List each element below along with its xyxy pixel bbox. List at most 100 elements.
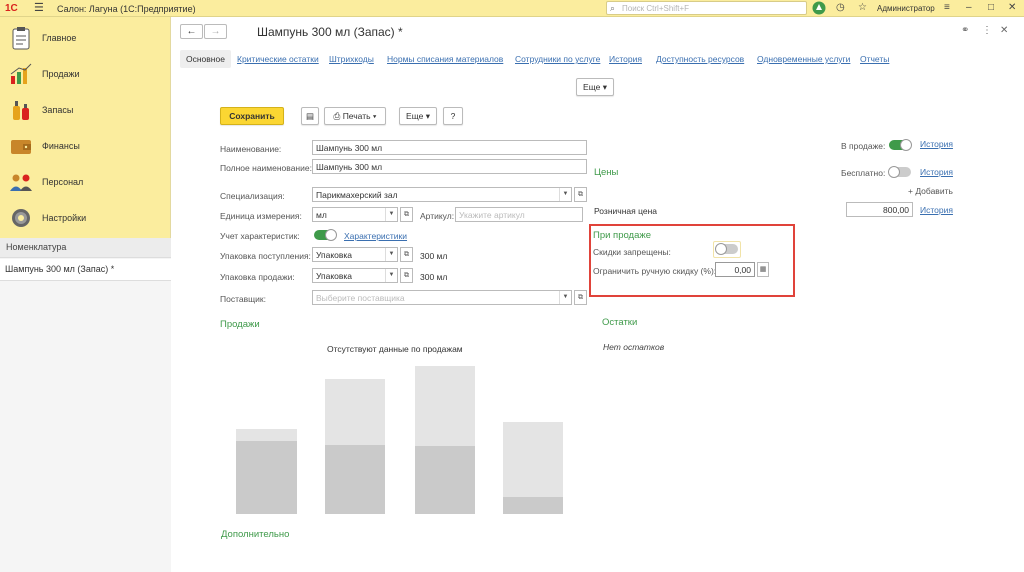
notifications-icon[interactable] [812,1,826,18]
sidebar-item-finance[interactable]: Финансы [0,128,171,164]
prices-header: Цены [594,167,619,178]
chevron-down-icon[interactable]: ▼ [559,188,571,201]
sidebar-item-settings[interactable]: Настройки [0,200,171,236]
forward-button[interactable]: → [204,24,227,39]
article-label: Артикул: [420,211,455,221]
article-field[interactable]: Укажите артикул [455,207,583,222]
on-sale-history-link[interactable]: История [920,139,953,149]
sales-header: Продажи [220,319,260,330]
open-pack-sale-button[interactable]: ⧉ [400,268,413,283]
tab-history[interactable]: История [609,54,642,64]
characteristics-link[interactable]: Характеристики [344,231,407,241]
tab-critical-stock[interactable]: Критические остатки [237,54,319,64]
characteristics-toggle[interactable] [314,229,337,241]
tab-resource-availability[interactable]: Доступность ресурсов [656,54,744,64]
retail-price-label: Розничная цена [594,206,658,216]
wallet-icon [11,140,31,154]
fullname-field[interactable]: Шампунь 300 мл [312,159,587,174]
unit-value: мл [316,210,327,220]
close-form-icon[interactable]: ✕ [1000,25,1008,36]
gear-icon [12,209,30,227]
maximize-icon[interactable]: □ [988,2,994,13]
unit-label: Единица измерения: [220,211,302,221]
sales-chart-icon [10,63,32,84]
open-windows-panel: Номенклатура Шампунь 300 мл (Запас) * [0,238,171,572]
highlight-frame [589,224,795,297]
tab-main[interactable]: Основное [180,50,231,68]
sidebar-item-label: Продажи [42,69,80,79]
placeholder-bar [415,446,475,514]
post-document-button[interactable]: ▤ [301,107,319,125]
pack-in-value: Упаковка [316,250,353,260]
specialization-label: Специализация: [220,191,285,201]
tab-reports[interactable]: Отчеты [860,54,889,64]
settings-icon[interactable]: ≡ [944,2,950,13]
open-supplier-button[interactable]: ⧉ [574,290,587,305]
history-icon[interactable]: ◷ [836,2,845,13]
sidebar-item-main[interactable]: Главное [0,20,171,56]
minimize-icon[interactable]: – [966,2,972,13]
free-toggle[interactable] [888,166,911,178]
supplier-field[interactable]: Выберите поставщика ▼ [312,290,572,305]
unit-field[interactable]: мл ▼ [312,207,398,222]
help-button[interactable]: ? [443,107,463,125]
specialization-field[interactable]: Парикмахерский зал ▼ [312,187,572,202]
tab-writeoff-norms[interactable]: Нормы списания материалов [387,54,503,64]
open-document-item[interactable]: Шампунь 300 мл (Запас) * [0,259,171,281]
open-pack-in-button[interactable]: ⧉ [400,247,413,262]
no-sales-message: Отсутствуют данные по продажам [327,344,463,354]
search-input[interactable]: ⌕ Поиск Ctrl+Shift+F [606,1,807,15]
chevron-down-icon[interactable]: ▼ [385,269,397,282]
on-sale-label: В продаже: [841,141,886,151]
sidebar-item-staff[interactable]: Персонал [0,164,171,200]
pack-in-field[interactable]: Упаковка ▼ [312,247,398,262]
sidebar-item-label: Запасы [42,105,74,115]
open-specialization-button[interactable]: ⧉ [574,187,587,202]
retail-price-field[interactable]: 800,00 [846,202,913,217]
sidebar-item-sales[interactable]: Продажи [0,56,171,92]
close-icon[interactable]: ✕ [1008,2,1016,13]
search-placeholder: Поиск Ctrl+Shift+F [622,4,690,13]
stock-header: Остатки [602,317,638,328]
nav-header[interactable]: Номенклатура [0,238,171,258]
more-button[interactable]: Еще ▾ [399,107,437,125]
bottles-icon [13,101,29,120]
print-button[interactable]: ⎙ Печать ▾ [324,107,386,125]
people-icon [10,174,32,191]
chevron-down-icon[interactable]: ▼ [385,208,397,221]
add-price-button[interactable]: + Добавить [908,186,953,196]
user-name[interactable]: Администратор [877,4,935,13]
tabs-more-button[interactable]: Еще ▾ [576,78,614,96]
menu-icon[interactable]: ☰ [34,1,44,14]
app-title: Салон: Лагуна (1С:Предприятие) [57,4,196,14]
characteristics-label: Учет характеристик: [220,231,300,241]
tab-barcodes[interactable]: Штрихкоды [329,54,374,64]
more-label: Еще [406,111,424,121]
retail-history-link[interactable]: История [920,205,953,215]
pack-in-label: Упаковка поступления: [220,251,311,261]
specialization-value: Парикмахерский зал [316,190,398,200]
pack-sale-field[interactable]: Упаковка ▼ [312,268,398,283]
open-unit-button[interactable]: ⧉ [400,207,413,222]
form-content: ← → Шампунь 300 мл (Запас) * ⚭ ⋮ ✕ Основ… [172,17,1024,572]
tab-service-staff[interactable]: Сотрудники по услуге [515,54,600,64]
clipboard-icon [12,27,30,50]
sidebar-item-stock[interactable]: Запасы [0,92,171,128]
free-history-link[interactable]: История [920,167,953,177]
sidebar-item-label: Главное [42,33,77,43]
back-button[interactable]: ← [180,24,203,39]
fullname-label: Полное наименование: [220,163,312,173]
favorites-star-icon[interactable]: ☆ [858,2,867,13]
chevron-down-icon[interactable]: ▼ [559,291,571,304]
name-field[interactable]: Шампунь 300 мл [312,140,587,155]
more-options-icon[interactable]: ⋮ [982,25,992,36]
save-button[interactable]: Сохранить [220,107,284,125]
sidebar-item-label: Персонал [42,177,84,187]
link-icon[interactable]: ⚭ [961,25,969,36]
on-sale-toggle[interactable] [889,139,912,151]
free-label: Бесплатно: [841,168,886,178]
pack-sale-value: Упаковка [316,271,353,281]
chevron-down-icon[interactable]: ▼ [385,248,397,261]
tab-simultaneous-services[interactable]: Одновременные услуги [757,54,850,64]
extra-header: Дополнительно [221,529,290,540]
